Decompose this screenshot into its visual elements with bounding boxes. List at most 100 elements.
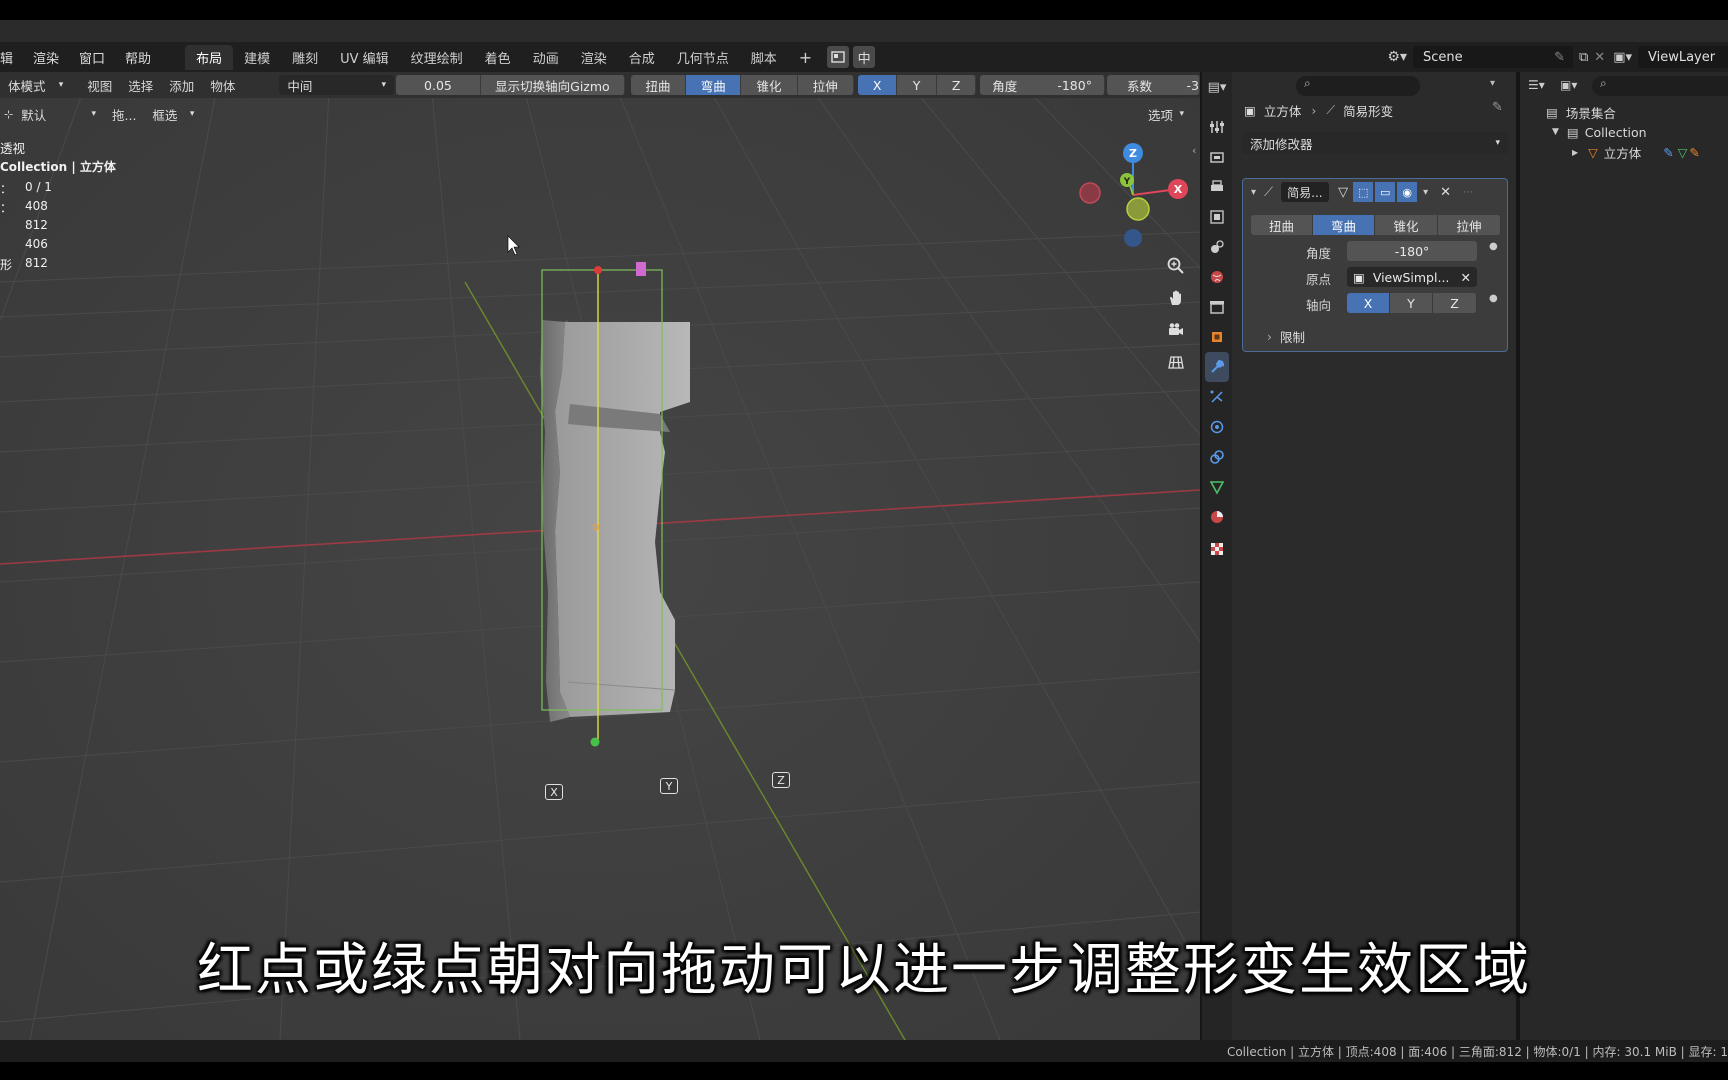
axis-x-button[interactable]: X [857,75,898,95]
menu-render[interactable]: 渲染 [23,48,69,67]
menu-edit[interactable]: 辑 [0,48,23,67]
scene-properties-icon[interactable] [1205,232,1229,262]
constraints-icon[interactable] [1205,442,1229,472]
navigation-gizmo[interactable]: Z X Y [1070,137,1190,247]
axis-y-button[interactable]: Y [1390,293,1433,313]
factor-field[interactable]: 系数 -3 [1106,75,1200,95]
delete-scene-icon[interactable]: ✕ [1594,50,1605,65]
deform-twist-button[interactable]: 扭曲 [630,75,687,95]
axis-x-button[interactable]: X [1347,293,1390,313]
scene-selector[interactable]: Scene ✎ [1412,46,1573,68]
particles-icon[interactable] [1205,382,1229,412]
viewlayer-selector[interactable]: ViewLayer [1638,46,1728,68]
physics-icon[interactable] [1205,412,1229,442]
mode-dropdown[interactable]: 体模式 ▾ [0,75,71,95]
tab-rendering[interactable]: 渲染 [570,45,618,70]
keyframe-dot-icon[interactable]: ● [1489,241,1498,252]
modifier-wrench-icon[interactable]: ✎ [1663,145,1673,160]
ortho-grid-icon[interactable] [1162,348,1190,376]
tab-layout[interactable]: 布局 [185,44,234,70]
deform-stretch-button[interactable]: 拉伸 [797,75,854,95]
edit-mode-toggle-icon[interactable]: ▽ [1333,182,1353,202]
tab-bend[interactable]: 弯曲 [1313,215,1375,235]
copy-scene-icon[interactable]: ⧉ [1579,50,1588,65]
world-properties-icon[interactable] [1205,262,1229,292]
wrench-icon[interactable]: ✎ [1689,145,1699,160]
tab-shading[interactable]: 着色 [474,45,522,70]
render-properties-icon[interactable] [1205,142,1229,172]
tab-geometry-nodes[interactable]: 几何节点 [666,45,740,70]
value-field[interactable]: 0.05 [396,75,481,95]
menu-view[interactable]: 视图 [79,76,120,95]
axis-z-button[interactable]: Z [1433,293,1477,313]
limit-red-point[interactable] [594,266,602,274]
origin-field[interactable]: ▣ ViewSimpl... ✕ [1347,267,1477,287]
select-mode-dropdown[interactable]: 框选 ▾ [144,104,202,124]
texture-icon[interactable] [1205,532,1229,566]
options-dropdown[interactable]: 选项 ▾ [1140,104,1192,124]
mesh-data-icon[interactable]: ▽ [1678,145,1688,160]
keyframe-dot-icon[interactable]: ● [1489,293,1498,304]
display-mode-icon[interactable]: ☰▾ [1528,78,1545,92]
tab-modeling[interactable]: 建模 [233,45,281,70]
menu-object[interactable]: 物体 [202,76,243,95]
gizmo-neg-z-icon[interactable] [1124,229,1142,247]
outliner-search[interactable]: ⌕ [1592,76,1728,96]
tab-compositing[interactable]: 合成 [618,45,666,70]
3d-viewport[interactable]: X Y Z 透视 Collection | 立方体 ： 0 / 1 ： 408 81… [0,72,1200,1040]
on-cage-toggle-icon[interactable]: ⬚ [1353,182,1374,202]
tab-uv-editing[interactable]: UV 编辑 [329,45,400,70]
viewlayer-type-icon[interactable]: ▣▾ [1613,50,1632,65]
output-properties-icon[interactable] [1205,172,1229,202]
properties-search[interactable]: ⌕ [1296,76,1420,96]
menu-window[interactable]: 窗口 [69,48,115,67]
material-icon[interactable] [1205,502,1229,532]
tab-scripting[interactable]: 脚本 [740,45,788,70]
bent-cube-mesh[interactable] [0,72,1200,1040]
chevron-down-icon[interactable]: ▾ [1423,187,1428,198]
gizmo-toggle-button[interactable]: 显示切换轴向Gizmo [480,75,625,95]
mesh-data-icon[interactable] [1205,472,1229,502]
drag-handle-icon[interactable]: ⋯ [1463,187,1473,198]
outliner-row-object[interactable]: ▶ ▽ 立方体 ✎ ▽ ✎ [1572,142,1728,162]
filter-icon[interactable]: ▣▾ [1560,78,1577,92]
clear-icon[interactable]: ✕ [1461,270,1471,285]
gizmo-neg-y-icon[interactable] [1126,197,1150,221]
view-layer-icon[interactable] [1205,202,1229,232]
deform-bend-button[interactable]: 弯曲 [686,75,742,95]
workspace-icon-button[interactable] [827,46,850,68]
tab-stretch[interactable]: 拉伸 [1438,215,1501,235]
camera-view-icon[interactable] [1162,316,1190,344]
collapse-arrow-icon[interactable]: ‹ [1192,144,1196,157]
close-icon[interactable]: ✕ [1440,185,1451,200]
modifier-name-field[interactable]: 简易... [1281,182,1330,202]
tab-animation[interactable]: 动画 [522,45,570,70]
scene-type-icon[interactable]: ⚙▾ [1387,49,1407,65]
pivot-dropdown[interactable]: 中间 ▾ [279,75,394,95]
add-workspace-button[interactable]: + [788,45,823,70]
menu-select[interactable]: 选择 [120,76,161,95]
limits-subpanel-header[interactable]: › 限制 [1267,327,1305,346]
limit-green-point[interactable] [590,737,600,747]
outliner-row-collection[interactable]: ▼ ▤ Collection [1552,122,1647,142]
expand-arrow-icon[interactable]: ▼ [1552,127,1559,137]
tab-sculpting[interactable]: 雕刻 [281,45,329,70]
menu-add[interactable]: 添加 [161,76,202,95]
render-camera-icon[interactable]: ◉ [1397,182,1418,202]
pin-icon[interactable]: ✎ [1492,100,1503,115]
expand-arrow-icon[interactable]: ▶ [1572,148,1578,157]
chevron-down-icon[interactable]: ▾ [1490,78,1495,89]
deform-taper-button[interactable]: 锥化 [741,75,798,95]
tool-settings-icon[interactable] [1205,112,1229,142]
object-properties-icon[interactable] [1205,322,1229,352]
add-modifier-dropdown[interactable]: 添加修改器 ▾ [1242,132,1508,154]
tab-texture-paint[interactable]: 纹理绘制 [400,45,474,70]
tab-taper[interactable]: 锥化 [1375,215,1438,235]
editor-type-icon[interactable]: ▤▾ [1202,72,1232,102]
gizmo-neg-x-icon[interactable] [1079,182,1101,204]
collapse-chevron-icon[interactable]: ▾ [1251,187,1256,198]
drag-tool-label[interactable]: 拖... [104,105,144,124]
modifier-wrench-icon[interactable] [1205,352,1229,382]
gizmo-handle[interactable] [636,262,646,276]
zoom-icon[interactable] [1162,252,1190,280]
